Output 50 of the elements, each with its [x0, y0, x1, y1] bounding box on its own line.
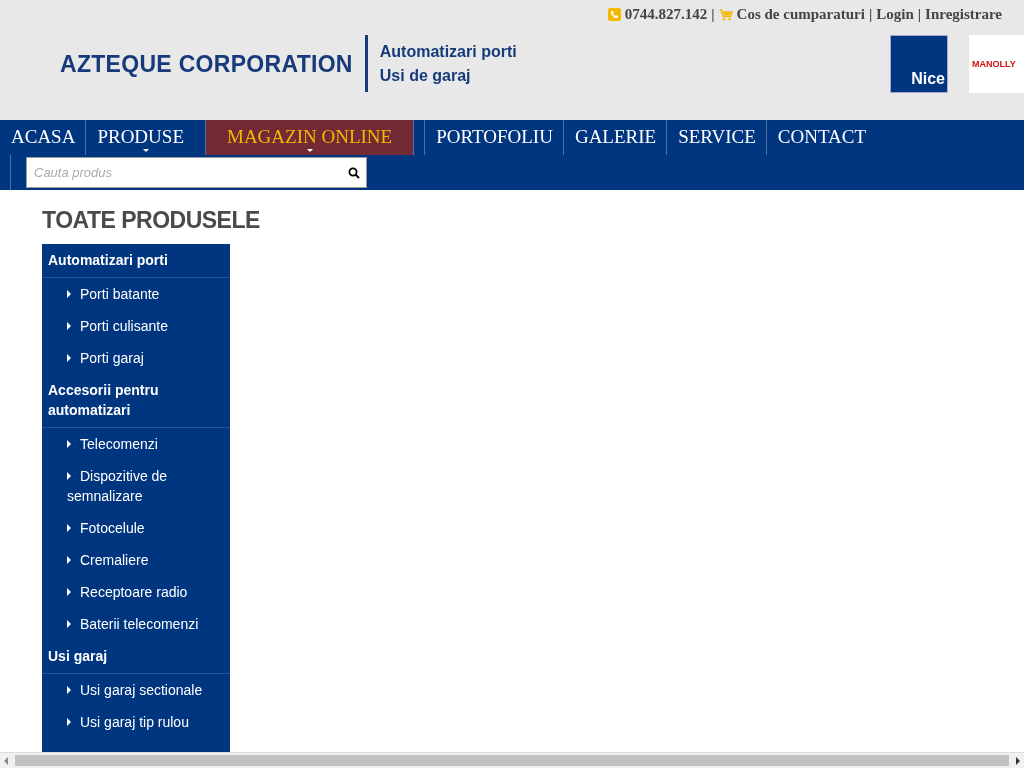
category-link[interactable]: Accesorii pentru automatizari	[42, 374, 230, 428]
caret-icon	[67, 620, 71, 628]
brand-logo[interactable]: Nice	[890, 35, 948, 93]
nav-tab[interactable]: ACASA	[0, 120, 86, 155]
horizontal-scrollbar[interactable]	[0, 752, 1024, 768]
subcategory-link[interactable]: Receptoare radio	[42, 576, 230, 608]
caret-icon	[67, 718, 71, 726]
caret-icon	[67, 472, 71, 480]
subcategory-link[interactable]: Telecomenzi	[42, 428, 230, 460]
logo-tagline: Usi de garaj	[379, 66, 472, 85]
separator: |	[917, 6, 922, 23]
header-link[interactable]: Inregistrare	[925, 6, 1002, 23]
phone-icon	[607, 8, 621, 21]
nav-tab[interactable]: GALERIE	[562, 120, 667, 155]
caret-icon	[67, 354, 71, 362]
search-icon[interactable]	[348, 167, 360, 179]
separator: |	[711, 6, 715, 23]
category-link[interactable]: Usi garaj	[42, 640, 230, 674]
subcategory-link[interactable]: Dispozitive de semnalizare	[42, 460, 230, 512]
search-field[interactable]: Cauta produs	[26, 157, 367, 188]
brand-logo[interactable]: MANOLLY	[969, 35, 1024, 93]
caret-icon	[67, 322, 71, 330]
subcategory-link[interactable]: Fotocelule	[42, 512, 230, 544]
header-link[interactable]: Login	[876, 6, 914, 23]
phone-number: 0744.827.142	[624, 6, 708, 23]
cart-icon	[718, 8, 733, 21]
caret-icon	[67, 524, 71, 532]
category-link[interactable]: Automatizari porti	[42, 244, 230, 278]
logo-tagline: Automatizari porti	[379, 42, 517, 61]
subcategory-link[interactable]: Usi garaj sectionale	[42, 674, 230, 706]
subcategory-link[interactable]: Porti garaj	[42, 342, 230, 374]
nav-tab[interactable]: PORTOFOLIU	[424, 120, 563, 155]
subcategory-link[interactable]: Baterii telecomenzi	[42, 608, 230, 640]
nav-tab[interactable]: SERVICE	[666, 120, 766, 155]
subcategory-link[interactable]: Porti batante	[42, 278, 230, 310]
header-link[interactable]: Cos de cumparaturi	[736, 6, 865, 23]
nav-tab[interactable]: PRODUSE	[85, 120, 205, 155]
page-heading: TOATE PRODUSELE	[42, 206, 260, 234]
subcategory-link[interactable]: Cremaliere	[42, 544, 230, 576]
caret-icon	[67, 290, 71, 298]
nav-tab[interactable]: CONTACT	[765, 120, 877, 155]
caret-icon	[67, 556, 71, 564]
company-logo[interactable]: AZTEQUE CORPORATION	[60, 49, 353, 78]
caret-icon	[67, 440, 71, 448]
subcategory-link[interactable]: Usi garaj tip rulou	[42, 706, 230, 738]
nav-tab[interactable]: MAGAZIN ONLINE	[205, 120, 415, 155]
caret-icon	[67, 686, 71, 694]
subcategory-link[interactable]: Porti culisante	[42, 310, 230, 342]
caret-icon	[67, 588, 71, 596]
separator: |	[868, 6, 873, 23]
